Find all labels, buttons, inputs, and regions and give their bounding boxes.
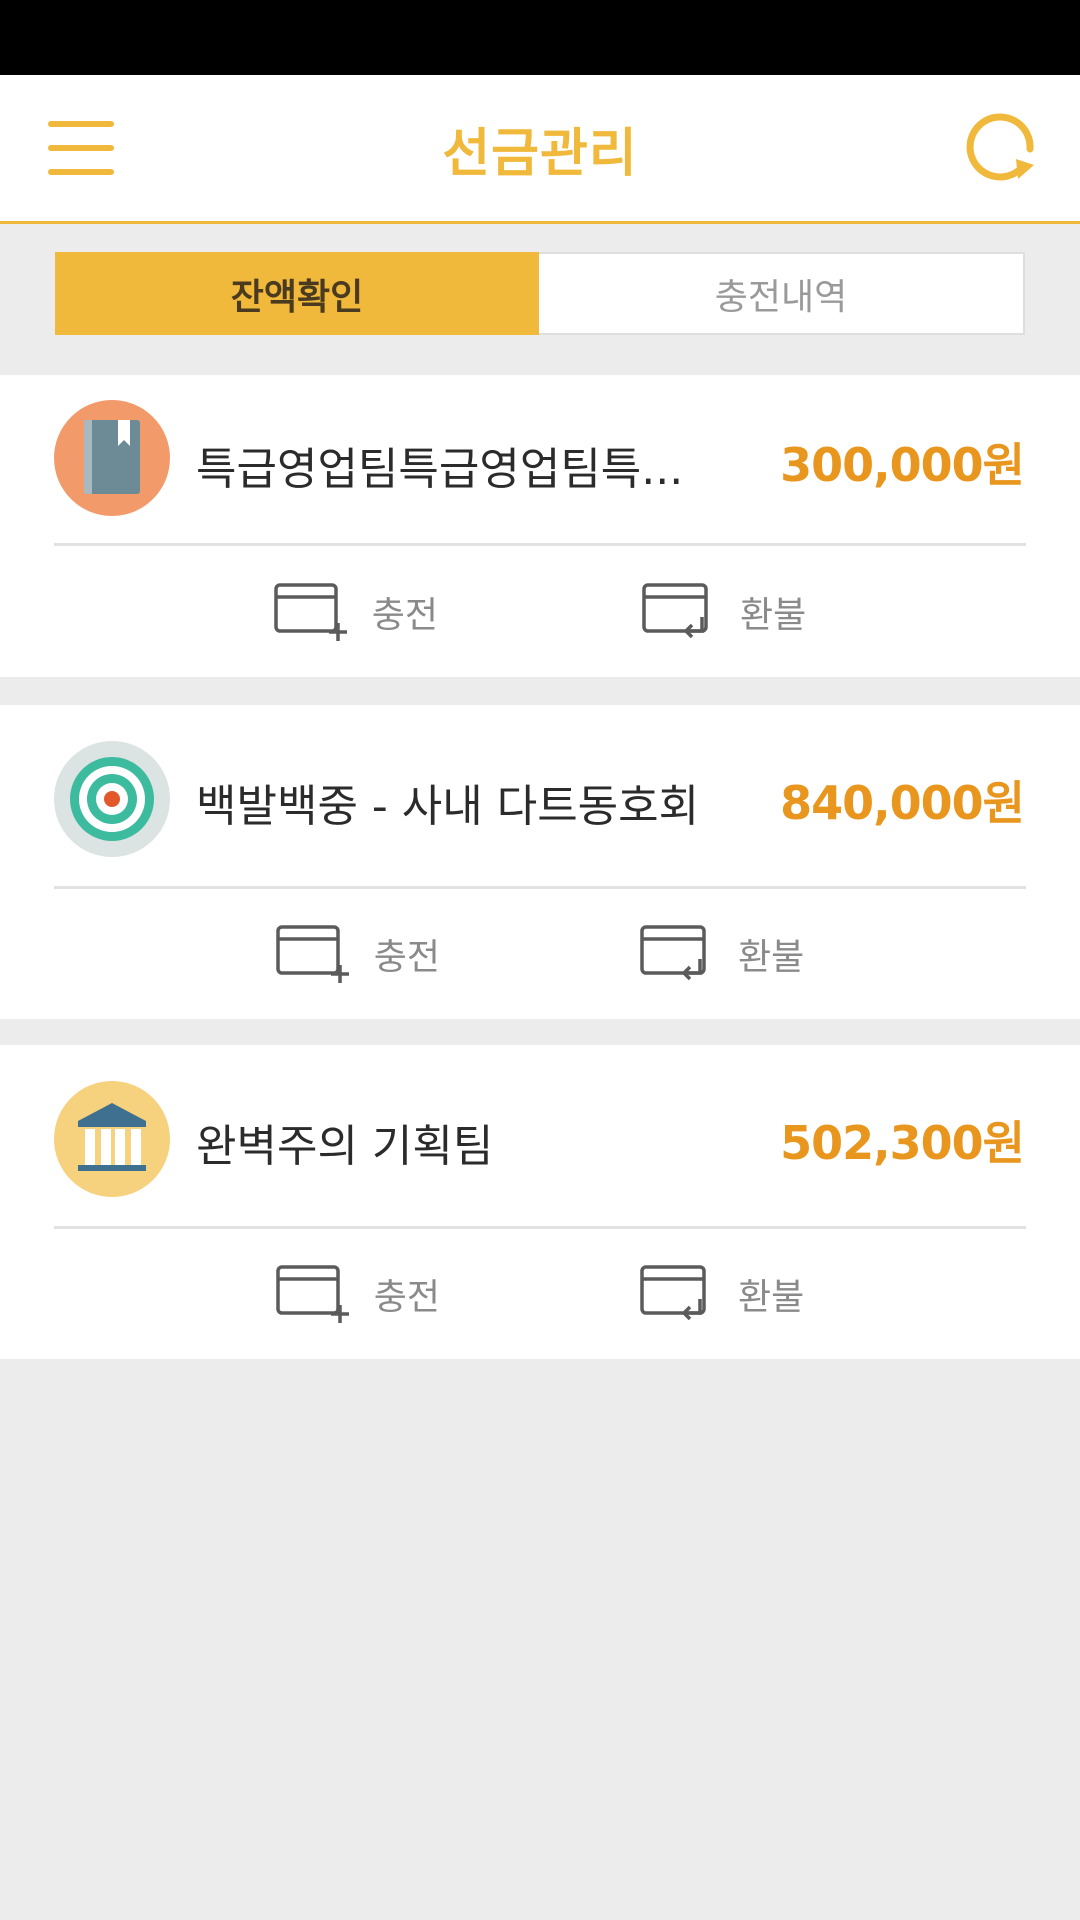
card-return-icon — [640, 925, 706, 981]
refund-label: 환불 — [738, 1277, 805, 1318]
account-actions: 충전 환불 — [0, 889, 1080, 1019]
app-header: 선금관리 — [0, 75, 1080, 224]
refund-label: 환불 — [738, 937, 805, 978]
account-card-header[interactable]: 특급영업팀특급영업팀특... 300,000원 — [0, 375, 1080, 525]
account-name: 완벽주의 기획팀 — [196, 1121, 494, 1172]
account-card-header[interactable]: 완벽주의 기획팀 502,300원 — [0, 1045, 1080, 1197]
page-title: 선금관리 — [442, 124, 638, 184]
status-bar — [0, 0, 1080, 75]
tab-charge-history[interactable]: 충전내역 — [539, 254, 1023, 333]
charge-label: 충전 — [371, 594, 438, 636]
refresh-icon[interactable] — [966, 113, 1038, 185]
card-add-icon — [276, 1265, 349, 1323]
card-add-icon — [276, 925, 349, 983]
account-balance: 300,000원 — [780, 438, 1025, 492]
account-card: 특급영업팀특급영업팀특... 300,000원 충전 환불 — [0, 375, 1080, 677]
bank-building-icon — [54, 1081, 170, 1197]
account-card: 완벽주의 기획팀 502,300원 충전 환불 — [0, 1045, 1080, 1359]
book-icon — [54, 400, 170, 516]
account-name: 특급영업팀특급영업팀특... — [196, 444, 684, 495]
charge-button[interactable]: 충전 — [0, 546, 518, 677]
card-add-icon — [274, 582, 347, 641]
account-card-header[interactable]: 백발백중 - 사내 다트동호회 840,000원 — [0, 705, 1080, 857]
charge-label: 충전 — [373, 937, 440, 978]
account-name: 백발백중 - 사내 다트동호회 — [196, 781, 700, 832]
target-icon — [54, 741, 170, 857]
refund-label: 환불 — [740, 594, 807, 636]
tab-balance-check[interactable]: 잔액확인 — [55, 252, 539, 335]
refund-button[interactable]: 환불 — [518, 546, 1080, 677]
tab-bar: 잔액확인 충전내역 — [55, 252, 1025, 335]
account-card: 백발백중 - 사내 다트동호회 840,000원 충전 환불 — [0, 705, 1080, 1019]
account-balance: 502,300원 — [780, 1116, 1025, 1170]
charge-label: 충전 — [373, 1277, 440, 1318]
card-return-icon — [640, 1265, 706, 1321]
refund-button[interactable]: 환불 — [514, 889, 1080, 1019]
charge-button[interactable]: 충전 — [0, 1229, 514, 1359]
card-return-icon — [642, 582, 708, 638]
refund-button[interactable]: 환불 — [514, 1229, 1080, 1359]
account-actions: 충전 환불 — [0, 546, 1080, 677]
charge-button[interactable]: 충전 — [0, 889, 514, 1019]
account-balance: 840,000원 — [780, 776, 1025, 830]
account-actions: 충전 환불 — [0, 1229, 1080, 1359]
